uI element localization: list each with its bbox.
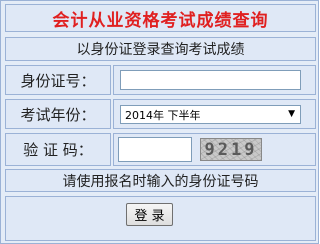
query-form: 会计从业资格考试成绩查询 以身份证登录查询考试成绩 身份证号： 考试年份： 20…	[0, 0, 319, 244]
login-button[interactable]: 登 录	[126, 203, 173, 226]
id-label: 身份证号：	[5, 65, 111, 95]
form-subtitle: 以身份证登录查询考试成绩	[5, 37, 316, 61]
captcha-image[interactable]: 9219	[200, 138, 262, 161]
chevron-down-icon[interactable]: ▼	[288, 109, 295, 119]
form-hint: 请使用报名时输入的身份证号码	[5, 169, 316, 192]
id-cell	[113, 65, 316, 95]
code-label: 验 证 码：	[5, 133, 111, 166]
id-number-input[interactable]	[120, 70, 301, 90]
exam-year-value: 2014年 下半年	[125, 108, 201, 122]
year-label: 考试年份：	[5, 99, 111, 129]
year-cell: 2014年 下半年 ▼	[113, 99, 316, 129]
form-title: 会计从业资格考试成绩查询	[5, 4, 316, 32]
submit-cell: 登 录	[5, 196, 316, 241]
code-cell: 9219	[113, 133, 316, 166]
captcha-input[interactable]	[118, 137, 192, 162]
exam-year-select[interactable]: 2014年 下半年 ▼	[120, 105, 301, 124]
